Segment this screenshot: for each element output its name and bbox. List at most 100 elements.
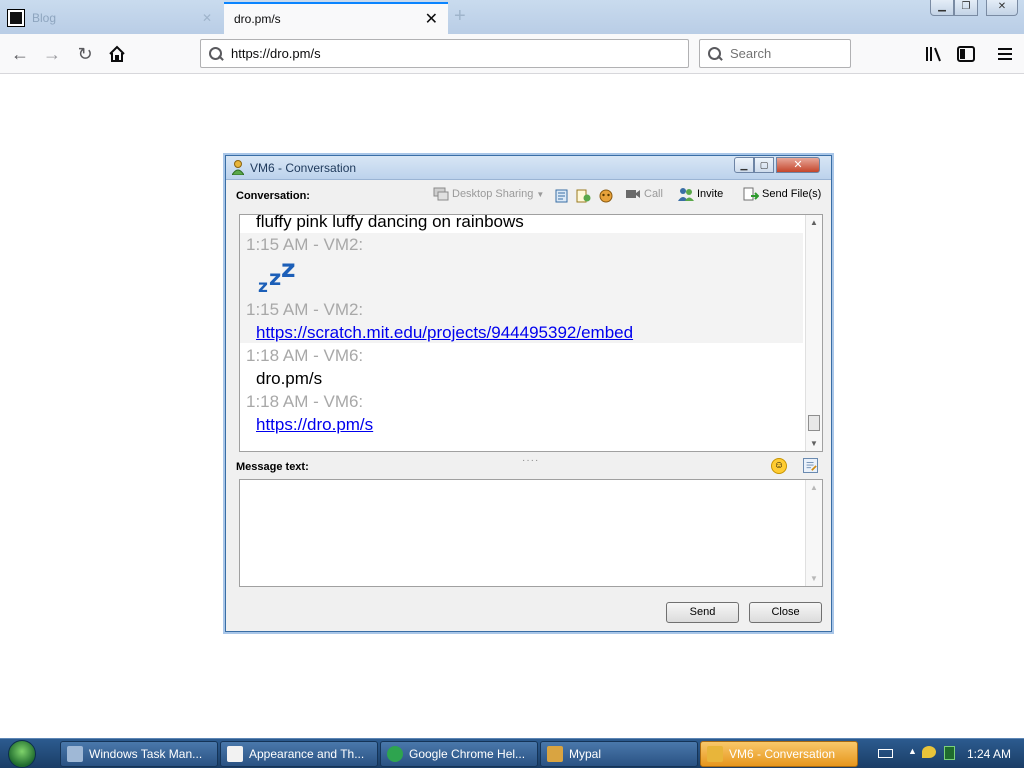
call-button[interactable]: Call — [625, 187, 663, 201]
taskbar: Windows Task Man... Appearance and Th...… — [0, 738, 1024, 768]
close-button[interactable]: Close — [749, 602, 822, 623]
svg-text:z: z — [269, 266, 281, 290]
conversation-titlebar[interactable]: VM6 - Conversation ▁ ▢ ✕ — [226, 156, 831, 180]
tab-close-icon[interactable]: ✕ — [425, 9, 438, 29]
tab-title: dro.pm/s — [234, 12, 281, 26]
message-text: fluffy pink luffy dancing on rainbows — [256, 214, 524, 231]
search-placeholder: Search — [730, 46, 772, 61]
taskbar-item-conversation[interactable]: VM6 - Conversation — [700, 741, 858, 767]
window-minimize-button[interactable]: ▁ — [930, 0, 954, 16]
desktop-sharing-icon — [433, 187, 449, 201]
new-tab-button[interactable]: + — [454, 5, 466, 28]
close-window-button[interactable]: ✕ — [776, 157, 820, 173]
network-icon[interactable] — [944, 746, 955, 760]
message-timestamp: 1:18 AM - VM6: — [246, 392, 364, 411]
sleeping-emoticon-icon: z z z — [258, 254, 300, 298]
tab-dro-pm[interactable]: dro.pm/s ✕ — [224, 2, 448, 34]
message-link[interactable]: https://scratch.mit.edu/projects/9444953… — [256, 323, 633, 343]
task-manager-icon — [67, 746, 83, 762]
search-input[interactable]: Search — [699, 39, 851, 68]
clock[interactable]: 1:24 AM — [967, 747, 1011, 761]
taskbar-item-chrome-helper[interactable]: Google Chrome Hel... — [380, 741, 538, 767]
conversation-scrollbar[interactable]: ▲ ▼ — [805, 215, 822, 451]
window-restore-button[interactable]: ❐ — [954, 0, 978, 16]
send-files-label: Send File(s) — [762, 188, 822, 200]
taskbar-item-appearance[interactable]: Appearance and Th... — [220, 741, 378, 767]
invite-label: Invite — [697, 188, 724, 200]
taskbar-item-label: Windows Task Man... — [89, 747, 203, 761]
sidebar-icon[interactable] — [954, 42, 978, 66]
taskbar-item-mypal[interactable]: Mypal — [540, 741, 698, 767]
games-icon[interactable] — [598, 189, 614, 203]
scroll-down-arrow-icon[interactable]: ▼ — [810, 574, 818, 583]
message-text-label: Message text: — [236, 461, 309, 473]
desktop-sharing-button[interactable]: Desktop Sharing ▼ — [433, 187, 544, 201]
scroll-up-arrow-icon[interactable]: ▲ — [810, 483, 818, 492]
message-link[interactable]: https://dro.pm/s — [256, 415, 373, 435]
message-timestamp: 1:15 AM - VM2: — [246, 300, 364, 319]
notes-icon[interactable] — [803, 458, 818, 473]
scroll-up-arrow-icon[interactable]: ▲ — [810, 218, 818, 227]
tab-blog[interactable]: Blog ✕ — [0, 2, 222, 34]
search-icon — [708, 46, 722, 61]
whiteboard-icon[interactable] — [554, 189, 570, 203]
message-input[interactable]: ▲ ▼ — [239, 479, 823, 587]
video-camera-icon — [626, 190, 640, 198]
maximize-button[interactable]: ▢ — [754, 157, 774, 173]
url-bar[interactable]: https://dro.pm/s — [200, 39, 689, 68]
taskbar-item-task-manager[interactable]: Windows Task Man... — [60, 741, 218, 767]
forward-arrow-icon[interactable]: → — [40, 42, 64, 66]
taskbar-item-label: Mypal — [569, 747, 602, 761]
message-text: dro.pm/s — [256, 369, 323, 388]
invite-users-icon — [678, 188, 694, 201]
conversation-log[interactable]: fluffy pink luffy dancing on rainbows 1:… — [239, 214, 823, 452]
url-text: https://dro.pm/s — [231, 46, 321, 61]
call-label: Call — [644, 188, 663, 200]
svg-text:z: z — [258, 277, 268, 295]
minimize-button[interactable]: ▁ — [734, 157, 754, 173]
taskbar-item-label: VM6 - Conversation — [729, 747, 836, 761]
message-timestamp: 1:15 AM - VM2: — [246, 235, 364, 254]
show-hidden-icons-icon[interactable]: ▲ — [908, 746, 917, 756]
search-icon — [209, 46, 223, 61]
menu-icon[interactable] — [993, 42, 1017, 66]
smiley-icon[interactable]: ☺ — [771, 458, 787, 474]
keyboard-icon[interactable] — [878, 749, 893, 758]
navigation-bar: ← → ↻ https://dro.pm/s Search — [0, 34, 1024, 74]
taskbar-item-label: Appearance and Th... — [249, 747, 365, 761]
taskbar-item-label: Google Chrome Hel... — [409, 747, 526, 761]
reload-icon[interactable]: ↻ — [73, 42, 97, 66]
svg-text:z: z — [281, 255, 296, 283]
start-button-icon[interactable] — [8, 740, 36, 768]
window-close-button[interactable]: ✕ — [986, 0, 1018, 16]
splitter-grip-icon[interactable]: ···· — [522, 455, 539, 466]
blog-favicon-icon — [7, 9, 25, 27]
buddy-icon — [232, 160, 244, 175]
scrollbar-thumb[interactable] — [808, 415, 820, 431]
mypal-icon — [547, 746, 563, 762]
desktop-sharing-label: Desktop Sharing — [452, 188, 534, 200]
file-transfer-icon[interactable] — [575, 189, 591, 203]
notification-icon[interactable] — [922, 746, 936, 758]
tab-close-icon[interactable]: ✕ — [202, 11, 212, 25]
send-files-icon — [743, 187, 759, 201]
chevron-down-icon: ▼ — [536, 189, 545, 199]
tab-title: Blog — [32, 11, 57, 25]
invite-button[interactable]: Invite — [678, 187, 723, 201]
window-title: VM6 - Conversation — [250, 161, 357, 175]
send-button[interactable]: Send — [666, 602, 739, 623]
scroll-down-arrow-icon[interactable]: ▼ — [810, 439, 818, 448]
send-files-button[interactable]: Send File(s) — [743, 187, 821, 201]
home-icon[interactable] — [105, 42, 129, 66]
chrome-icon — [387, 746, 403, 762]
tab-bar: Blog ✕ dro.pm/s ✕ + ▁ ❐ ✕ — [0, 0, 1024, 34]
conversation-window: VM6 - Conversation ▁ ▢ ✕ Conversation: D… — [225, 155, 832, 632]
message-timestamp: 1:18 AM - VM6: — [246, 346, 364, 365]
buddy-icon — [707, 746, 723, 762]
conversation-label: Conversation: — [236, 190, 310, 202]
back-arrow-icon[interactable]: ← — [8, 42, 32, 66]
system-tray: ▲ 1:24 AM — [866, 739, 1024, 768]
control-panel-icon — [227, 746, 243, 762]
library-icon[interactable] — [922, 42, 946, 66]
message-scrollbar[interactable]: ▲ ▼ — [805, 480, 822, 586]
